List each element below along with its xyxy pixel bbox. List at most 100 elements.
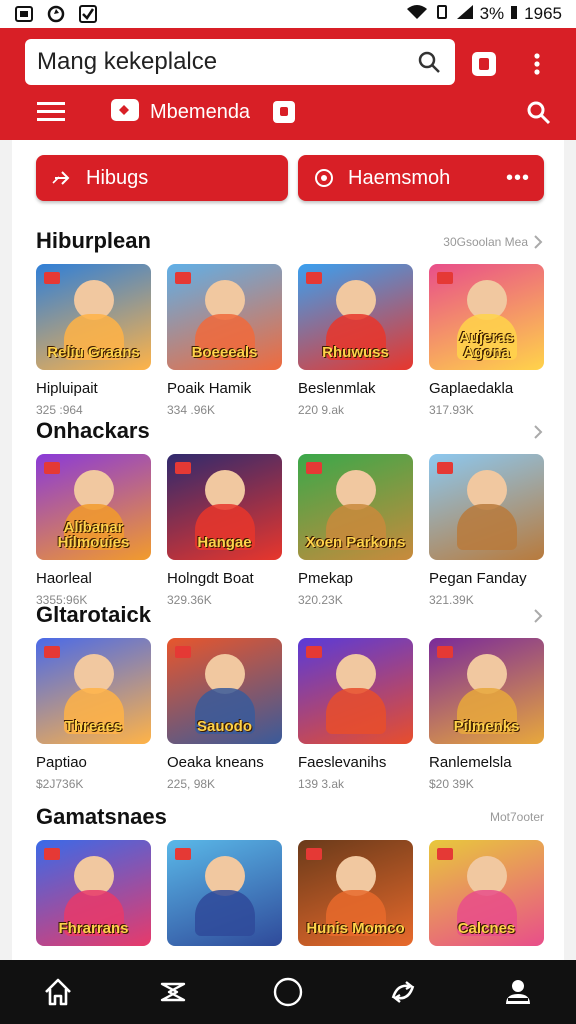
brand-label: Mbemenda xyxy=(150,101,251,123)
thumbnail-title: Boeeeals xyxy=(191,344,258,361)
chip-more-icon[interactable]: ••• xyxy=(506,167,530,190)
badge-icon xyxy=(306,646,322,658)
game-card[interactable] xyxy=(167,840,282,946)
game-card[interactable]: Threaes Paptiao $2J736K xyxy=(36,638,151,791)
game-row: Fhrarrans Hunis Momco Calcnes xyxy=(36,840,544,946)
search-icon[interactable] xyxy=(415,48,443,76)
check-box-icon xyxy=(78,4,98,24)
chevron-right-icon xyxy=(534,425,543,439)
game-name: Beslenmlak xyxy=(298,380,376,397)
home-icon[interactable] xyxy=(38,972,78,1012)
more-vert-icon[interactable] xyxy=(526,48,548,80)
game-row: Alibanar Hilmouies Haorleal 3355:96K Hangae… xyxy=(36,454,544,607)
badge-icon xyxy=(44,272,60,284)
section-see-all[interactable] xyxy=(528,424,544,440)
game-thumbnail[interactable]: Xoen Parkons xyxy=(298,454,413,560)
game-thumbnail[interactable]: Pilmenks xyxy=(429,638,544,744)
game-card[interactable]: Hunis Momco xyxy=(298,840,413,946)
vibrate-icon xyxy=(434,4,450,25)
chip-hibugs[interactable]: Hibugs xyxy=(36,155,288,201)
section-title: Hiburplean xyxy=(36,228,151,253)
badge-icon xyxy=(175,272,191,284)
game-thumbnail[interactable]: Aujeras Agona xyxy=(429,264,544,370)
status-bar: 3% 1965 xyxy=(0,0,576,28)
badge-icon xyxy=(306,462,322,474)
badge-icon xyxy=(437,272,453,284)
badge-icon xyxy=(306,848,322,860)
game-name: Haorleal xyxy=(36,570,92,587)
game-thumbnail[interactable]: Boeeeals xyxy=(167,264,282,370)
game-card[interactable]: Pilmenks Ranlemelsla $20 39K xyxy=(429,638,544,791)
thumbnail-title: Hangae xyxy=(197,534,252,551)
chevron-right-icon xyxy=(534,235,543,249)
see-all-label: 30Gsoolan Mea xyxy=(443,235,528,249)
game-name: Ranlemelsla xyxy=(429,754,512,771)
game-name: Pegan Fanday xyxy=(429,570,527,587)
badge-icon xyxy=(44,646,60,658)
chip-haemsmoh[interactable]: Haemsmoh ••• xyxy=(298,155,544,201)
thumbnail-title: Rhuwuss xyxy=(322,344,389,361)
game-thumbnail[interactable] xyxy=(429,454,544,560)
game-thumbnail[interactable]: Fhrarrans xyxy=(36,840,151,946)
sync-icon[interactable] xyxy=(383,972,423,1012)
game-card[interactable]: Sauodo Oeaka kneans 225, 98K xyxy=(167,638,282,791)
game-name: Poaik Hamik xyxy=(167,380,252,397)
game-size: 329.36K xyxy=(167,593,212,607)
badge-icon xyxy=(175,646,191,658)
badge-icon xyxy=(437,462,453,474)
games-icon[interactable] xyxy=(153,972,193,1012)
game-size: 220 9.ak xyxy=(298,403,345,417)
battery-text: 3% xyxy=(479,4,505,23)
game-card[interactable]: Fhrarrans xyxy=(36,840,151,946)
badge-icon xyxy=(437,646,453,658)
section-see-all[interactable]: Mot7ooter xyxy=(490,810,544,824)
profile-icon[interactable] xyxy=(498,972,538,1012)
game-card[interactable]: Hangae Holngdt Boat 329.36K xyxy=(167,454,282,607)
character-body xyxy=(326,688,386,734)
section-title: Onhackars xyxy=(36,418,150,443)
circle-icon[interactable] xyxy=(268,972,308,1012)
search-input[interactable]: Mang kekeplalce xyxy=(37,48,415,76)
game-name: Faeslevanihs xyxy=(298,754,387,771)
game-thumbnail[interactable]: Hunis Momco xyxy=(298,840,413,946)
search-bar[interactable]: Mang kekeplalce xyxy=(25,39,455,85)
game-thumbnail[interactable]: Alibanar Hilmouies xyxy=(36,454,151,560)
game-thumbnail[interactable]: Sauodo xyxy=(167,638,282,744)
brand-logo-icon xyxy=(110,98,140,127)
thumbnail-title: Threaes xyxy=(64,718,123,735)
game-card[interactable]: Calcnes xyxy=(429,840,544,946)
chevron-right-icon xyxy=(534,609,543,623)
brand[interactable]: Mbemenda xyxy=(110,98,250,127)
game-thumbnail[interactable] xyxy=(167,840,282,946)
game-card[interactable]: Faeslevanihs 139 3.ak xyxy=(298,638,413,791)
game-thumbnail[interactable]: Hangae xyxy=(167,454,282,560)
game-size: 321.39K xyxy=(429,593,474,607)
game-card[interactable]: Aujeras Agona Gaplaedakla 317.93K xyxy=(429,264,544,417)
arrow-icon xyxy=(50,166,74,190)
target-icon xyxy=(312,166,336,190)
game-name: Pmekap xyxy=(298,570,354,587)
game-thumbnail[interactable]: Calcnes xyxy=(429,840,544,946)
game-thumbnail[interactable]: Reliu Graans xyxy=(36,264,151,370)
game-card[interactable]: Xoen Parkons Pmekap 320.23K xyxy=(298,454,413,607)
header-search-icon[interactable] xyxy=(526,100,554,128)
character-body xyxy=(457,504,517,550)
game-thumbnail[interactable] xyxy=(298,638,413,744)
game-thumbnail[interactable]: Rhuwuss xyxy=(298,264,413,370)
game-name: Hipluipait xyxy=(36,380,98,397)
game-thumbnail[interactable]: Threaes xyxy=(36,638,151,744)
thumbnail-title: Reliu Graans xyxy=(47,344,140,361)
record-icon[interactable] xyxy=(272,100,296,124)
stop-icon[interactable] xyxy=(468,48,500,80)
menu-icon[interactable] xyxy=(36,100,66,124)
signal-icon xyxy=(456,4,474,25)
game-card[interactable]: Pegan Fanday 321.39K xyxy=(429,454,544,607)
thumbnail-title: Calcnes xyxy=(457,920,516,937)
game-card[interactable]: Boeeeals Poaik Hamik 334 .96K xyxy=(167,264,282,417)
game-name: Oeaka kneans xyxy=(167,754,264,771)
section-see-all[interactable] xyxy=(528,608,544,624)
game-card[interactable]: Rhuwuss Beslenmlak 220 9.ak xyxy=(298,264,413,417)
game-card[interactable]: Reliu Graans Hipluipait 325 :964 xyxy=(36,264,151,417)
game-card[interactable]: Alibanar Hilmouies Haorleal 3355:96K xyxy=(36,454,151,607)
section-see-all[interactable]: 30Gsoolan Mea xyxy=(443,234,544,250)
